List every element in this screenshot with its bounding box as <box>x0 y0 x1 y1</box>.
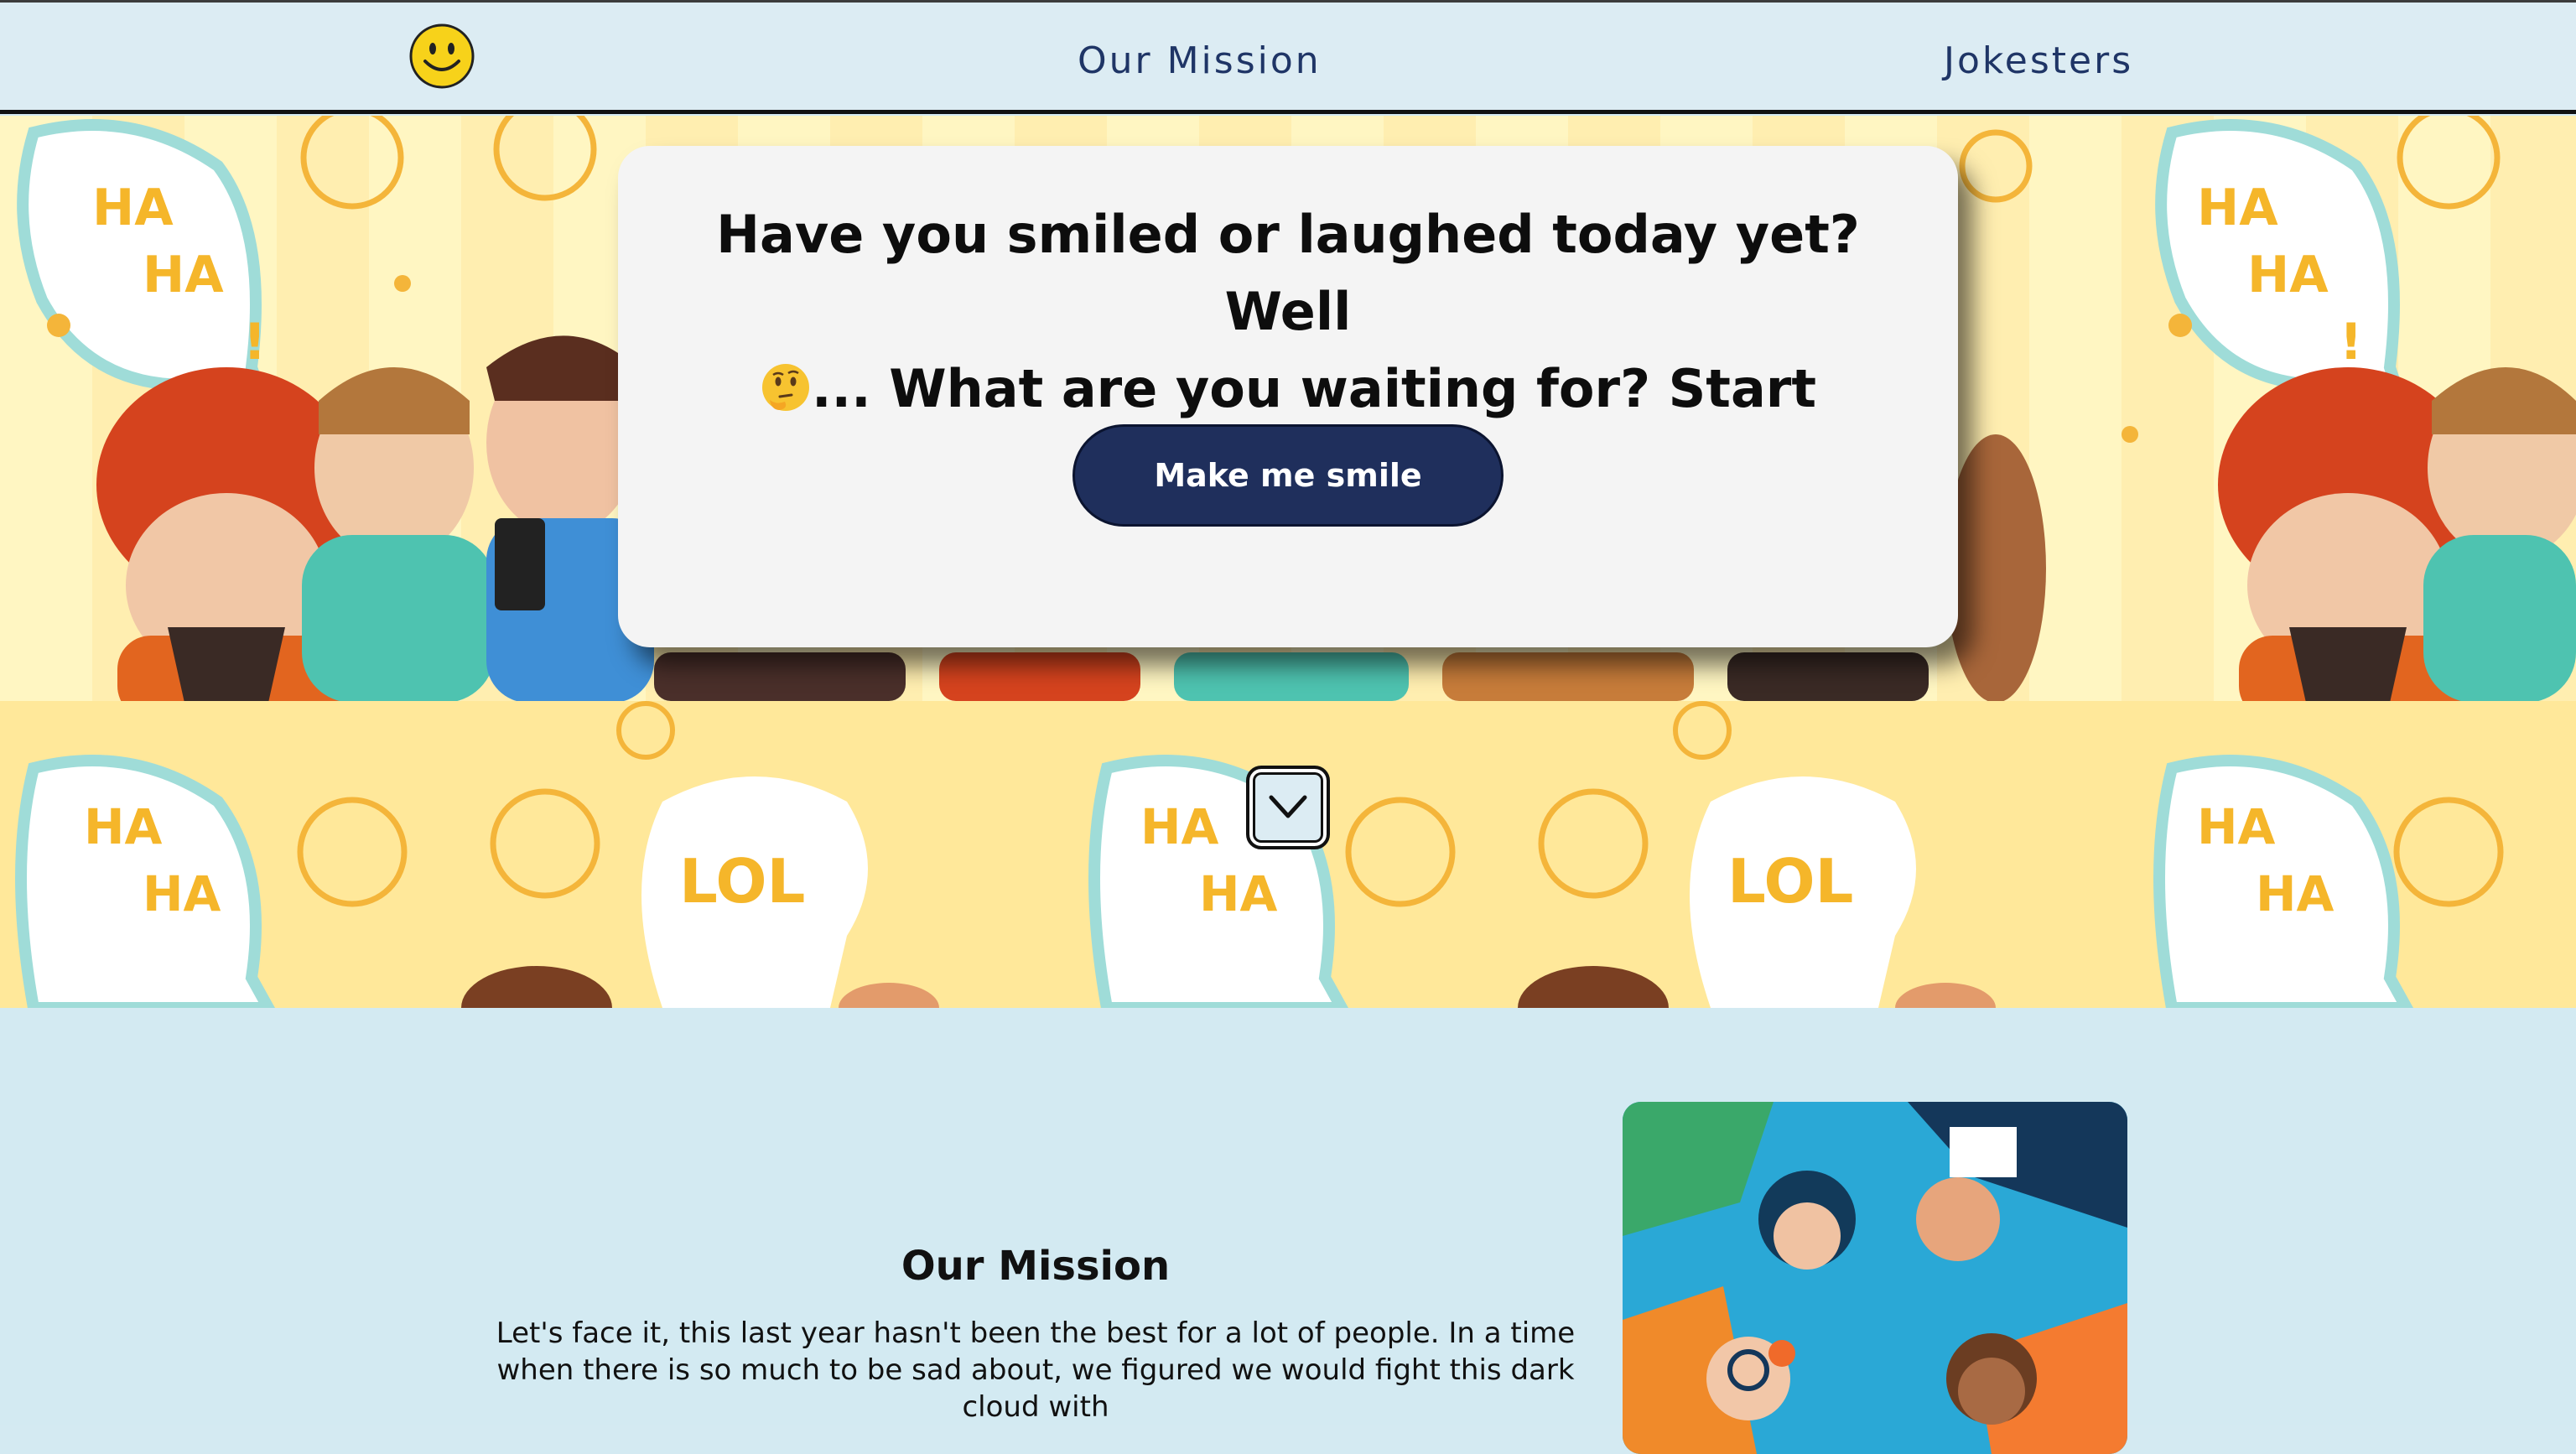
svg-text:HA: HA <box>1199 865 1278 922</box>
nav-link-jokesters[interactable]: Jokesters <box>1944 39 2133 90</box>
svg-text:HA: HA <box>143 865 221 922</box>
mission-body-text: Let's face it, this last year hasn't bee… <box>496 1316 1576 1424</box>
svg-text:HA: HA <box>2197 179 2278 237</box>
laughing-friends-illustration <box>96 335 654 701</box>
svg-text:HA: HA <box>2247 246 2329 304</box>
thinking-face-icon <box>760 361 812 413</box>
scroll-down-button[interactable] <box>1246 766 1330 849</box>
nav-link-our-mission[interactable]: Our Mission <box>1078 39 1322 90</box>
sun-doodle <box>616 701 1732 760</box>
svg-text:HA: HA <box>92 179 174 237</box>
svg-text:LOL: LOL <box>1727 846 1853 917</box>
chevron-down-icon <box>1269 795 1307 818</box>
svg-text:HA: HA <box>2256 865 2334 922</box>
hero-section: HA HA ! HA HA ! HA HA HA HA HA HA LOL LO… <box>0 116 2576 1008</box>
smiley-face-icon[interactable] <box>408 23 475 90</box>
svg-text:!: ! <box>2340 313 2362 371</box>
svg-text:HA: HA <box>1140 798 1219 855</box>
hero-card: Have you smiled or laughed today yet? We… <box>618 146 1958 647</box>
svg-text:HA: HA <box>143 246 224 304</box>
top-nav: Our Mission Jokesters <box>0 0 2576 114</box>
svg-text:!: ! <box>243 313 266 371</box>
laughing-friends-illustration-right <box>1945 367 2576 701</box>
hero-pattern-band: HA HA HA HA HA HA LOL LOL <box>0 701 2576 1008</box>
svg-text:HA: HA <box>2197 798 2276 855</box>
our-mission-section: Our Mission Let's face it, this last yea… <box>0 1008 2576 1454</box>
svg-text:LOL: LOL <box>679 846 805 917</box>
mission-illustration <box>1623 1102 2127 1454</box>
headline-part-1: Have you smiled or laughed today yet? We… <box>716 204 1860 342</box>
make-me-smile-button[interactable]: Make me smile <box>1072 424 1504 527</box>
svg-text:HA: HA <box>84 798 163 855</box>
mission-title: Our Mission <box>901 1243 1171 1290</box>
